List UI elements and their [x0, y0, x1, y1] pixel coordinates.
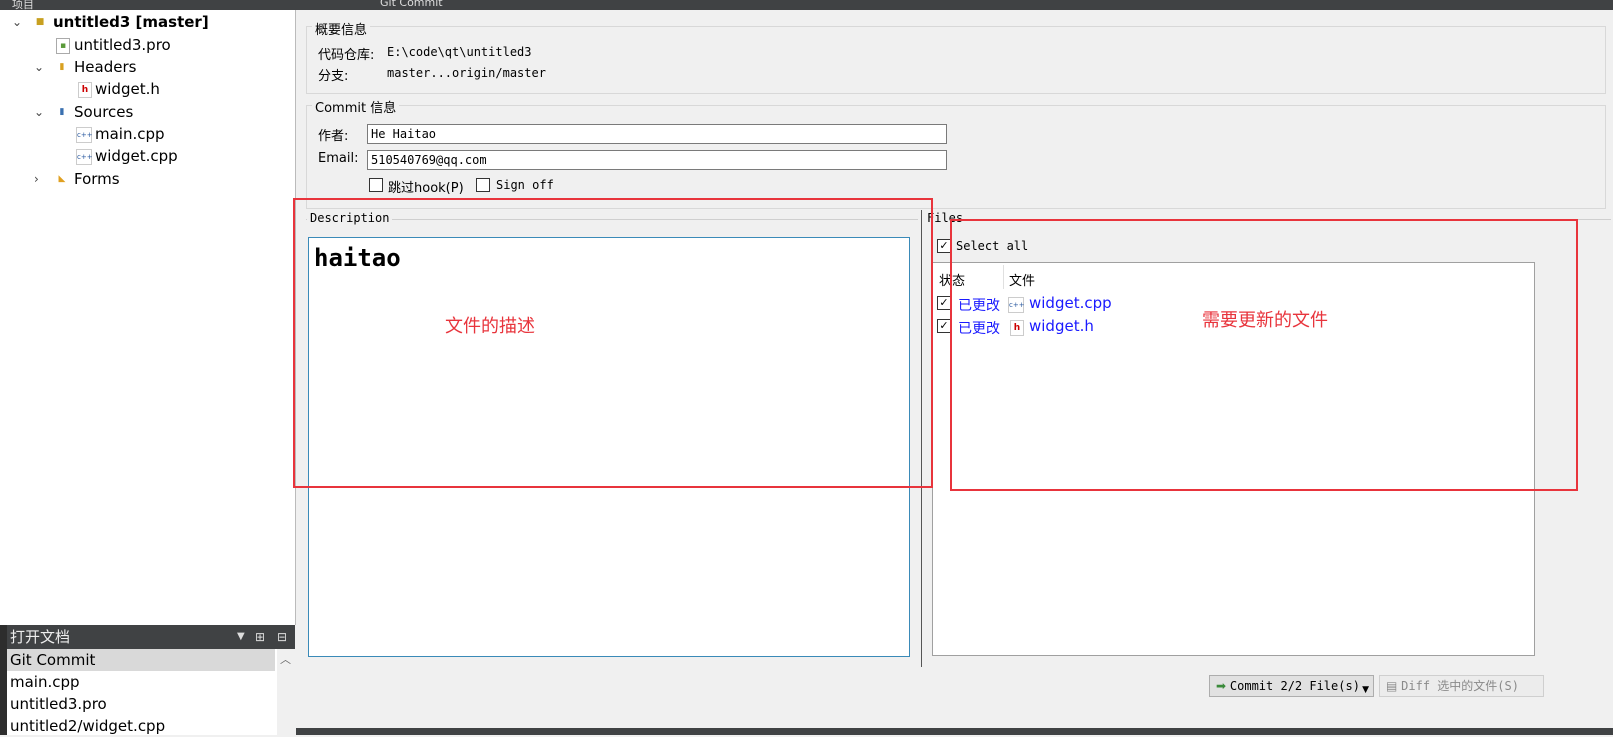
file-checkbox[interactable]: ✓: [937, 296, 951, 310]
select-all-checkbox[interactable]: ✓: [937, 239, 951, 253]
dropdown-arrow-icon[interactable]: ▼: [1362, 680, 1369, 700]
sign-off-checkbox[interactable]: [476, 178, 490, 192]
open-documents-title: 打开文档: [10, 628, 71, 646]
summary-title: 概要信息: [312, 19, 371, 38]
scroll-up-icon[interactable]: ︿: [280, 651, 291, 667]
document-label: Git Commit: [10, 651, 96, 669]
project-tree-panel: ⌄ ■ untitled3 [master] ▪ untitled3.pro ⌄…: [0, 10, 296, 625]
tree-item-label: main.cpp: [95, 125, 165, 143]
tree-item-label: Headers: [74, 58, 137, 76]
file-checkbox[interactable]: ✓: [937, 319, 951, 333]
branch-label: 分支:: [318, 69, 349, 84]
chevron-down-icon[interactable]: ⌄: [12, 16, 24, 28]
open-document-item[interactable]: main.cpp: [10, 671, 80, 693]
cpp-file-icon: c++: [76, 149, 93, 165]
sources-folder-icon: ▮: [59, 107, 65, 117]
split-icon[interactable]: ⊞: [255, 625, 265, 649]
commit-button-label: Commit 2/2 File(s): [1229, 679, 1360, 693]
annotation-box-description: [293, 198, 933, 488]
document-label: main.cpp: [10, 673, 80, 691]
open-document-item[interactable]: untitled2/widget.cpp: [10, 715, 165, 737]
summary-group: [306, 26, 1606, 94]
pro-file-icon: ▪: [56, 38, 70, 54]
tree-item-label: Forms: [74, 170, 120, 188]
branch-value: master...origin/master: [387, 66, 546, 80]
project-selector-label[interactable]: 项目: [12, 0, 34, 10]
close-panel-icon[interactable]: ⊟: [277, 625, 287, 649]
open-documents-list: Git Commit main.cpp untitled3.pro untitl…: [7, 649, 295, 735]
status-bar: [296, 728, 1613, 735]
tree-item-label: untitled3.pro: [74, 36, 171, 54]
document-label: untitled2/widget.cpp: [10, 717, 166, 735]
annotation-box-files: [950, 219, 1578, 491]
chevron-right-icon[interactable]: ›: [34, 173, 46, 185]
diff-selected-button[interactable]: ▤ Diff 选中的文件(S): [1379, 675, 1544, 697]
headers-folder-icon: ▮: [59, 62, 65, 72]
header-file-icon: h: [78, 82, 92, 98]
commit-info-title: Commit 信息: [312, 97, 400, 116]
skip-hook-checkbox[interactable]: [369, 178, 383, 192]
email-label: Email:: [318, 151, 359, 166]
chevron-down-icon[interactable]: ⌄: [34, 106, 46, 118]
editor-tab-title[interactable]: Git Commit: [380, 0, 443, 9]
annotation-description-note: 文件的描述: [445, 316, 535, 337]
open-document-item[interactable]: Git Commit: [7, 649, 275, 671]
open-documents-header: 打开文档 ▼ ⊞ ⊟: [7, 625, 295, 649]
cpp-file-icon: c++: [76, 127, 93, 143]
tree-item-label: untitled3 [master]: [53, 13, 209, 31]
skip-hook-label: 跳过hook(P): [388, 181, 464, 196]
dropdown-arrow-icon[interactable]: ▼: [237, 625, 245, 649]
top-toolbar: 项目 Git Commit: [0, 0, 1613, 10]
scrollbar[interactable]: ︿: [277, 649, 295, 735]
tree-item-label: Sources: [74, 103, 134, 121]
open-document-item[interactable]: untitled3.pro: [10, 693, 107, 715]
project-icon: ■: [35, 17, 45, 27]
repo-value: E:\code\qt\untitled3: [387, 45, 532, 59]
commit-button[interactable]: ➡ Commit 2/2 File(s) ▼: [1209, 675, 1374, 697]
email-field[interactable]: [367, 150, 947, 170]
tree-item-label: widget.cpp: [95, 147, 178, 165]
diff-button-label: Diff 选中的文件(S): [1401, 679, 1519, 693]
annotation-files-note: 需要更新的文件: [1202, 310, 1328, 331]
author-field[interactable]: [367, 124, 947, 144]
forms-folder-icon: ◣: [58, 174, 66, 184]
diff-icon: ▤: [1386, 679, 1398, 693]
chevron-down-icon[interactable]: ⌄: [34, 61, 46, 73]
document-label: untitled3.pro: [10, 695, 107, 713]
repo-label: 代码仓库:: [318, 48, 375, 63]
author-label: 作者:: [318, 129, 349, 144]
commit-icon: ➡: [1216, 679, 1227, 693]
sign-off-label: Sign off: [496, 178, 554, 192]
tree-item-label: widget.h: [95, 80, 160, 98]
